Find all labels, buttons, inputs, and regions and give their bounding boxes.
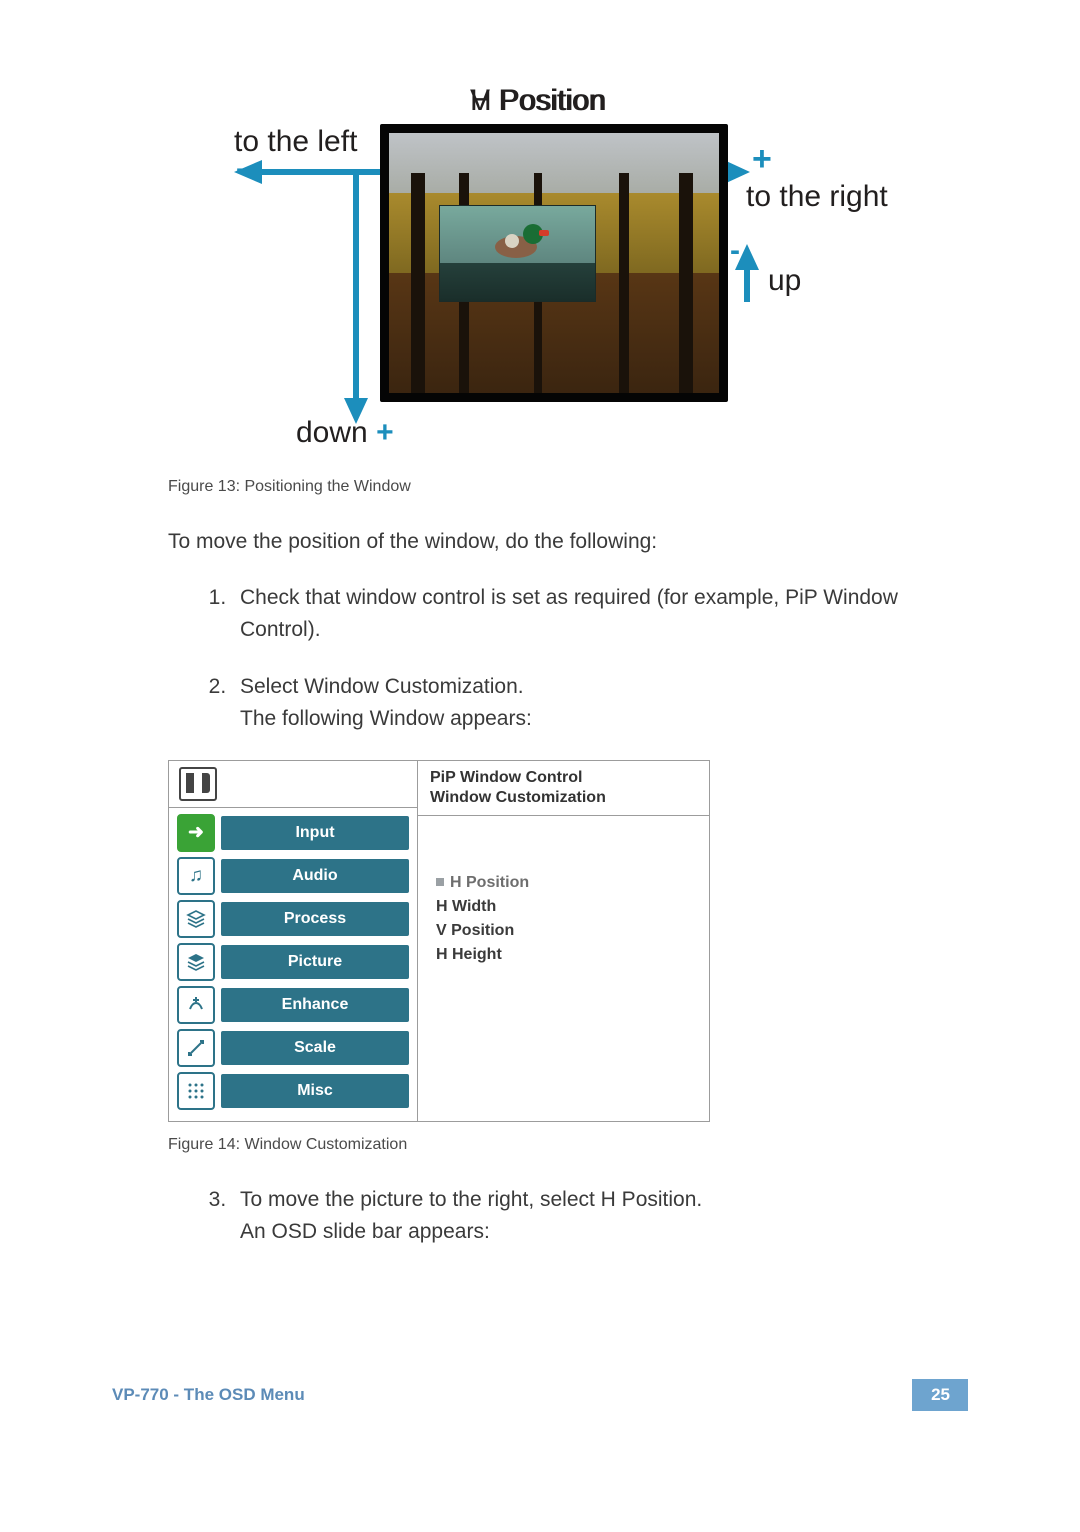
figure-14-caption: Figure 14: Window Customization bbox=[168, 1136, 968, 1154]
option-h-height[interactable]: H Height bbox=[436, 946, 691, 964]
step-1: Check that window control is set as requ… bbox=[232, 582, 908, 647]
menu-label: Input bbox=[221, 816, 409, 850]
plus-right-icon: + bbox=[752, 140, 772, 179]
menu-label: Enhance bbox=[221, 988, 409, 1022]
tree-trunk bbox=[679, 173, 693, 393]
option-v-position[interactable]: V Position bbox=[436, 922, 691, 940]
option-text: V Position bbox=[436, 922, 514, 939]
menu-item-input[interactable]: ➜ Input bbox=[177, 814, 409, 852]
step-2a-text: Select Window Customization. bbox=[240, 675, 524, 698]
footer-title: VP-770 - The OSD Menu bbox=[112, 1385, 305, 1405]
step-3a-text: To move the picture to the right, select… bbox=[240, 1188, 702, 1211]
menu-item-process[interactable]: Process bbox=[177, 900, 409, 938]
bullet-icon bbox=[436, 878, 444, 886]
scale-svg-icon bbox=[186, 1038, 206, 1058]
osd-sidebar: ➜ Input ♫ Audio Process Pi bbox=[169, 761, 418, 1121]
menu-label: Process bbox=[221, 902, 409, 936]
option-h-position[interactable]: H Position bbox=[436, 874, 691, 892]
down-text: down bbox=[296, 416, 368, 449]
step-3: To move the picture to the right, select… bbox=[232, 1184, 908, 1249]
breadcrumb-1: PiP Window Control bbox=[430, 768, 697, 788]
kramer-logo-icon bbox=[179, 767, 217, 801]
menu-label: Audio bbox=[221, 859, 409, 893]
up-label: up bbox=[768, 264, 801, 298]
option-text: H Position bbox=[450, 874, 529, 891]
arrow-left-icon bbox=[234, 160, 400, 184]
menu-label: Misc bbox=[221, 1074, 409, 1108]
position-diagram: H Position to the left - + to the right bbox=[190, 84, 890, 464]
menu-item-misc[interactable]: Misc bbox=[177, 1072, 409, 1110]
tv-screen bbox=[380, 124, 728, 402]
picture-icon bbox=[177, 943, 215, 981]
menu-item-picture[interactable]: Picture bbox=[177, 943, 409, 981]
to-the-right-label: to the right bbox=[746, 180, 888, 214]
step-3b-text: An OSD slide bar appears: bbox=[240, 1220, 490, 1243]
option-text: H Height bbox=[436, 946, 502, 963]
left-text: to the left bbox=[234, 125, 357, 158]
intro-paragraph: To move the position of the window, do t… bbox=[168, 526, 968, 558]
tree-trunk bbox=[619, 173, 629, 393]
breadcrumb-2: Window Customization bbox=[430, 788, 697, 808]
enhance-icon bbox=[177, 986, 215, 1024]
steps-list-continued: To move the picture to the right, select… bbox=[182, 1184, 908, 1249]
minus-up-icon: - bbox=[730, 234, 740, 268]
v-position-label: V Position bbox=[470, 84, 605, 118]
plus-down-icon: + bbox=[376, 416, 394, 449]
steps-list: Check that window control is set as requ… bbox=[182, 582, 908, 736]
option-h-width[interactable]: H Width bbox=[436, 898, 691, 916]
osd-options: H Position H Width V Position H Height bbox=[418, 816, 709, 1121]
arrow-down-icon bbox=[344, 169, 368, 424]
figure-13-caption: Figure 13: Positioning the Window bbox=[168, 478, 968, 496]
layers-icon bbox=[186, 909, 206, 929]
process-icon bbox=[177, 900, 215, 938]
osd-panel: ➜ Input ♫ Audio Process Pi bbox=[168, 760, 710, 1122]
layers-solid-icon bbox=[186, 952, 206, 972]
step-2: Select Window Customization. The followi… bbox=[232, 671, 908, 736]
osd-breadcrumb: PiP Window Control Window Customization bbox=[418, 761, 709, 816]
step-2b-text: The following Window appears: bbox=[240, 707, 532, 730]
grid-icon bbox=[186, 1081, 206, 1101]
osd-content: PiP Window Control Window Customization … bbox=[418, 761, 709, 1121]
menu-item-audio[interactable]: ♫ Audio bbox=[177, 857, 409, 895]
option-text: H Width bbox=[436, 898, 496, 915]
menu-label: Picture bbox=[221, 945, 409, 979]
menu-item-enhance[interactable]: Enhance bbox=[177, 986, 409, 1024]
pip-water bbox=[440, 263, 595, 301]
osd-menu-list: ➜ Input ♫ Audio Process Pi bbox=[169, 808, 417, 1121]
menu-item-scale[interactable]: Scale bbox=[177, 1029, 409, 1067]
tree-trunk bbox=[411, 173, 425, 393]
down-label: down + bbox=[296, 416, 394, 450]
menu-label: Scale bbox=[221, 1031, 409, 1065]
audio-icon: ♫ bbox=[177, 857, 215, 895]
scale-icon bbox=[177, 1029, 215, 1067]
osd-logo-row bbox=[169, 761, 417, 808]
misc-icon bbox=[177, 1072, 215, 1110]
pip-window bbox=[439, 205, 596, 302]
page-number: 25 bbox=[931, 1385, 950, 1405]
document-page: H Position to the left - + to the right bbox=[0, 0, 1080, 1449]
figure-13: H Position to the left - + to the right bbox=[112, 84, 968, 464]
enhance-svg-icon bbox=[186, 995, 206, 1015]
minus-left-icon: - bbox=[236, 152, 246, 186]
duck-icon bbox=[495, 224, 540, 264]
to-the-left-label: to the left bbox=[234, 125, 357, 159]
page-footer: VP-770 - The OSD Menu 25 bbox=[112, 1379, 968, 1419]
step-1-text: Check that window control is set as requ… bbox=[240, 586, 898, 642]
input-icon: ➜ bbox=[177, 814, 215, 852]
